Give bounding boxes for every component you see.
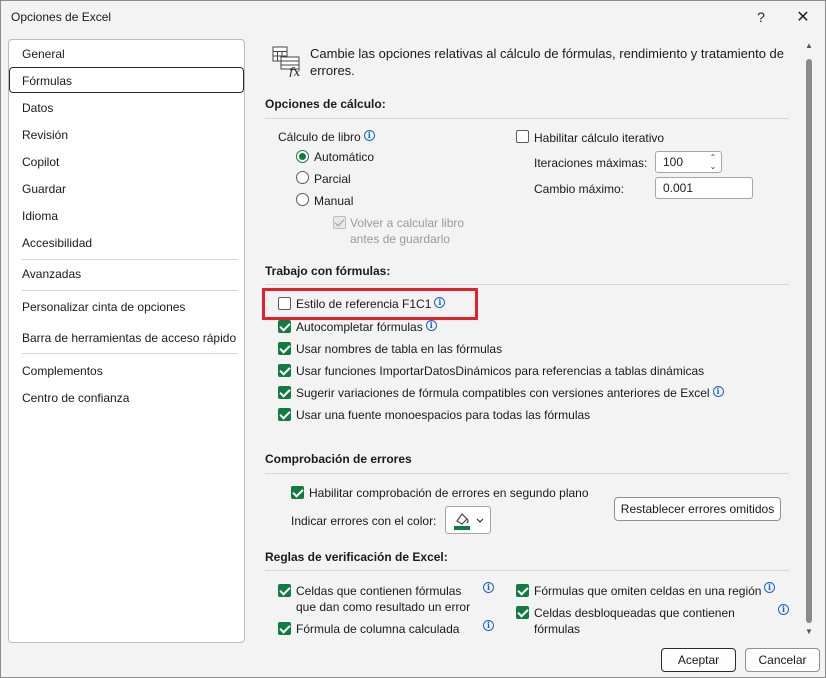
info-icon[interactable]: i bbox=[764, 582, 775, 593]
monospace-label[interactable]: Usar una fuente monoespacios para todas … bbox=[296, 408, 590, 422]
suggest-compatible-checkbox[interactable] bbox=[278, 386, 291, 399]
suggest-compatible-label[interactable]: Sugerir variaciones de fórmula compatibl… bbox=[296, 386, 724, 400]
header-description: Cambie las opciones relativas al cálculo… bbox=[310, 46, 785, 78]
formula-calculator-icon: fx bbox=[272, 46, 300, 77]
info-icon[interactable]: i bbox=[483, 620, 494, 631]
section-divider bbox=[265, 473, 789, 474]
reset-ignored-errors-button[interactable]: Restablecer errores omitidos bbox=[614, 497, 781, 521]
bg-error-check-checkbox[interactable] bbox=[291, 486, 304, 499]
error-color-label: Indicar errores con el color: bbox=[291, 514, 437, 528]
errors-section-title: Comprobación de errores bbox=[265, 452, 412, 466]
recalc-before-save-checkbox bbox=[333, 216, 346, 229]
radio-automatic[interactable] bbox=[296, 150, 309, 163]
spinner-arrows-icon[interactable]: ⌃ ⌄ bbox=[708, 153, 718, 171]
rule-unlocked-cells-label-1[interactable]: Celdas desbloqueadas que contienen bbox=[534, 606, 735, 620]
r1c1-text: Estilo de referencia F1C1 bbox=[296, 297, 432, 311]
rule-error-formulas-checkbox[interactable] bbox=[278, 584, 291, 597]
recalc-before-save-label-1: Volver a calcular libro bbox=[350, 216, 465, 230]
sidebar-item-accesibilidad[interactable]: Accesibilidad bbox=[9, 230, 244, 256]
info-icon[interactable]: i bbox=[712, 386, 724, 397]
excel-options-dialog: Opciones de Excel ? ✕ General Fórmulas D… bbox=[0, 0, 826, 678]
radio-partial[interactable] bbox=[296, 171, 309, 184]
rule-unlocked-cells-checkbox[interactable] bbox=[516, 606, 529, 619]
sidebar-item-idioma[interactable]: Idioma bbox=[9, 203, 244, 229]
info-icon[interactable]: i bbox=[778, 604, 789, 615]
rule-calculated-column-checkbox[interactable] bbox=[278, 622, 291, 635]
workbook-calc-label: Cálculo de libro i bbox=[278, 130, 375, 144]
radio-automatic-label[interactable]: Automático bbox=[314, 150, 374, 164]
rules-section-title: Reglas de verificación de Excel: bbox=[265, 550, 448, 564]
sidebar-item-avanzadas[interactable]: Avanzadas bbox=[9, 261, 244, 287]
scroll-down-icon[interactable]: ▼ bbox=[804, 627, 814, 636]
calc-section-title: Opciones de cálculo: bbox=[265, 97, 386, 111]
sidebar-item-centro-confianza[interactable]: Centro de confianza bbox=[9, 385, 244, 411]
max-change-input[interactable]: 0.001 bbox=[655, 177, 753, 199]
rule-error-formulas-label-1[interactable]: Celdas que contienen fórmulas bbox=[296, 584, 461, 598]
section-divider bbox=[265, 284, 789, 285]
autocomplete-label[interactable]: Autocompletar fórmulas i bbox=[296, 320, 437, 334]
sidebar-item-datos[interactable]: Datos bbox=[9, 95, 244, 121]
info-icon[interactable]: i bbox=[483, 582, 494, 593]
suggest-compatible-text: Sugerir variaciones de fórmula compatibl… bbox=[296, 386, 710, 400]
max-change-label: Cambio máximo: bbox=[534, 182, 625, 196]
iterative-calc-label[interactable]: Habilitar cálculo iterativo bbox=[534, 131, 664, 145]
close-button[interactable]: ✕ bbox=[785, 5, 821, 29]
ok-button[interactable]: Aceptar bbox=[661, 648, 736, 672]
getpivotdata-checkbox[interactable] bbox=[278, 364, 291, 377]
radio-partial-label[interactable]: Parcial bbox=[314, 172, 351, 186]
sidebar-separator bbox=[22, 259, 238, 260]
info-icon[interactable]: i bbox=[434, 297, 446, 308]
info-icon[interactable]: i bbox=[363, 130, 375, 141]
recalc-before-save-label-2: antes de guardarlo bbox=[350, 232, 451, 246]
formulas-section-title: Trabajo con fórmulas: bbox=[265, 264, 391, 278]
monospace-checkbox[interactable] bbox=[278, 408, 291, 421]
sidebar-item-complementos[interactable]: Complementos bbox=[9, 358, 244, 384]
rule-omit-cells-checkbox[interactable] bbox=[516, 584, 529, 597]
r1c1-checkbox[interactable] bbox=[278, 297, 291, 310]
category-sidebar: General Fórmulas Datos Revisión Copilot … bbox=[8, 39, 245, 643]
rule-omit-cells-label[interactable]: Fórmulas que omiten celdas en una región bbox=[534, 584, 761, 598]
sidebar-item-personalizar-cinta[interactable]: Personalizar cinta de opciones bbox=[9, 294, 244, 320]
help-button[interactable]: ? bbox=[743, 5, 779, 29]
sidebar-item-revision[interactable]: Revisión bbox=[9, 122, 244, 148]
sidebar-item-general[interactable]: General bbox=[9, 41, 244, 67]
cancel-button[interactable]: Cancelar bbox=[745, 648, 820, 672]
formulas-panel: fx Cambie las opciones relativas al cálc… bbox=[253, 39, 801, 643]
sidebar-item-formulas[interactable]: Fórmulas bbox=[9, 67, 244, 93]
max-iterations-input[interactable]: 100 ⌃ ⌄ bbox=[655, 151, 722, 173]
scroll-up-icon[interactable]: ▲ bbox=[804, 41, 814, 50]
r1c1-label[interactable]: Estilo de referencia F1C1 i bbox=[296, 297, 446, 311]
table-names-checkbox[interactable] bbox=[278, 342, 291, 355]
sidebar-item-copilot[interactable]: Copilot bbox=[9, 149, 244, 175]
rule-error-formulas-label-2[interactable]: que dan como resultado un error bbox=[296, 600, 470, 614]
fill-color-icon bbox=[454, 513, 484, 530]
error-color-picker[interactable] bbox=[445, 506, 491, 534]
section-divider bbox=[265, 570, 789, 571]
autocomplete-checkbox[interactable] bbox=[278, 320, 291, 333]
max-iterations-label: Iteraciones máximas: bbox=[534, 156, 648, 170]
radio-manual-label[interactable]: Manual bbox=[314, 194, 353, 208]
scroll-thumb[interactable] bbox=[806, 59, 812, 623]
section-divider bbox=[265, 118, 789, 119]
getpivotdata-label[interactable]: Usar funciones ImportarDatosDinámicos pa… bbox=[296, 364, 704, 378]
info-icon[interactable]: i bbox=[425, 320, 437, 331]
table-names-label[interactable]: Usar nombres de tabla en las fórmulas bbox=[296, 342, 502, 356]
rule-unlocked-cells-label-2[interactable]: fórmulas bbox=[534, 622, 580, 636]
radio-manual[interactable] bbox=[296, 193, 309, 206]
sidebar-separator bbox=[22, 353, 238, 354]
bg-error-check-label[interactable]: Habilitar comprobación de errores en seg… bbox=[309, 486, 589, 500]
iterative-calc-checkbox[interactable] bbox=[516, 130, 529, 143]
title-bar: Opciones de Excel ? ✕ bbox=[1, 1, 825, 33]
autocomplete-text: Autocompletar fórmulas bbox=[296, 320, 423, 334]
rule-calculated-column-label[interactable]: Fórmula de columna calculada bbox=[296, 622, 459, 636]
sidebar-item-guardar[interactable]: Guardar bbox=[9, 176, 244, 202]
sidebar-separator bbox=[22, 290, 238, 291]
window-title: Opciones de Excel bbox=[11, 10, 112, 24]
sidebar-item-barra-acceso-rapido[interactable]: Barra de herramientas de acceso rápido bbox=[9, 325, 244, 351]
svg-text:fx: fx bbox=[288, 65, 300, 77]
max-iterations-value: 100 bbox=[663, 155, 684, 169]
workbook-calc-text: Cálculo de libro bbox=[278, 130, 361, 144]
vertical-scrollbar[interactable]: ▲ ▼ bbox=[803, 39, 817, 643]
